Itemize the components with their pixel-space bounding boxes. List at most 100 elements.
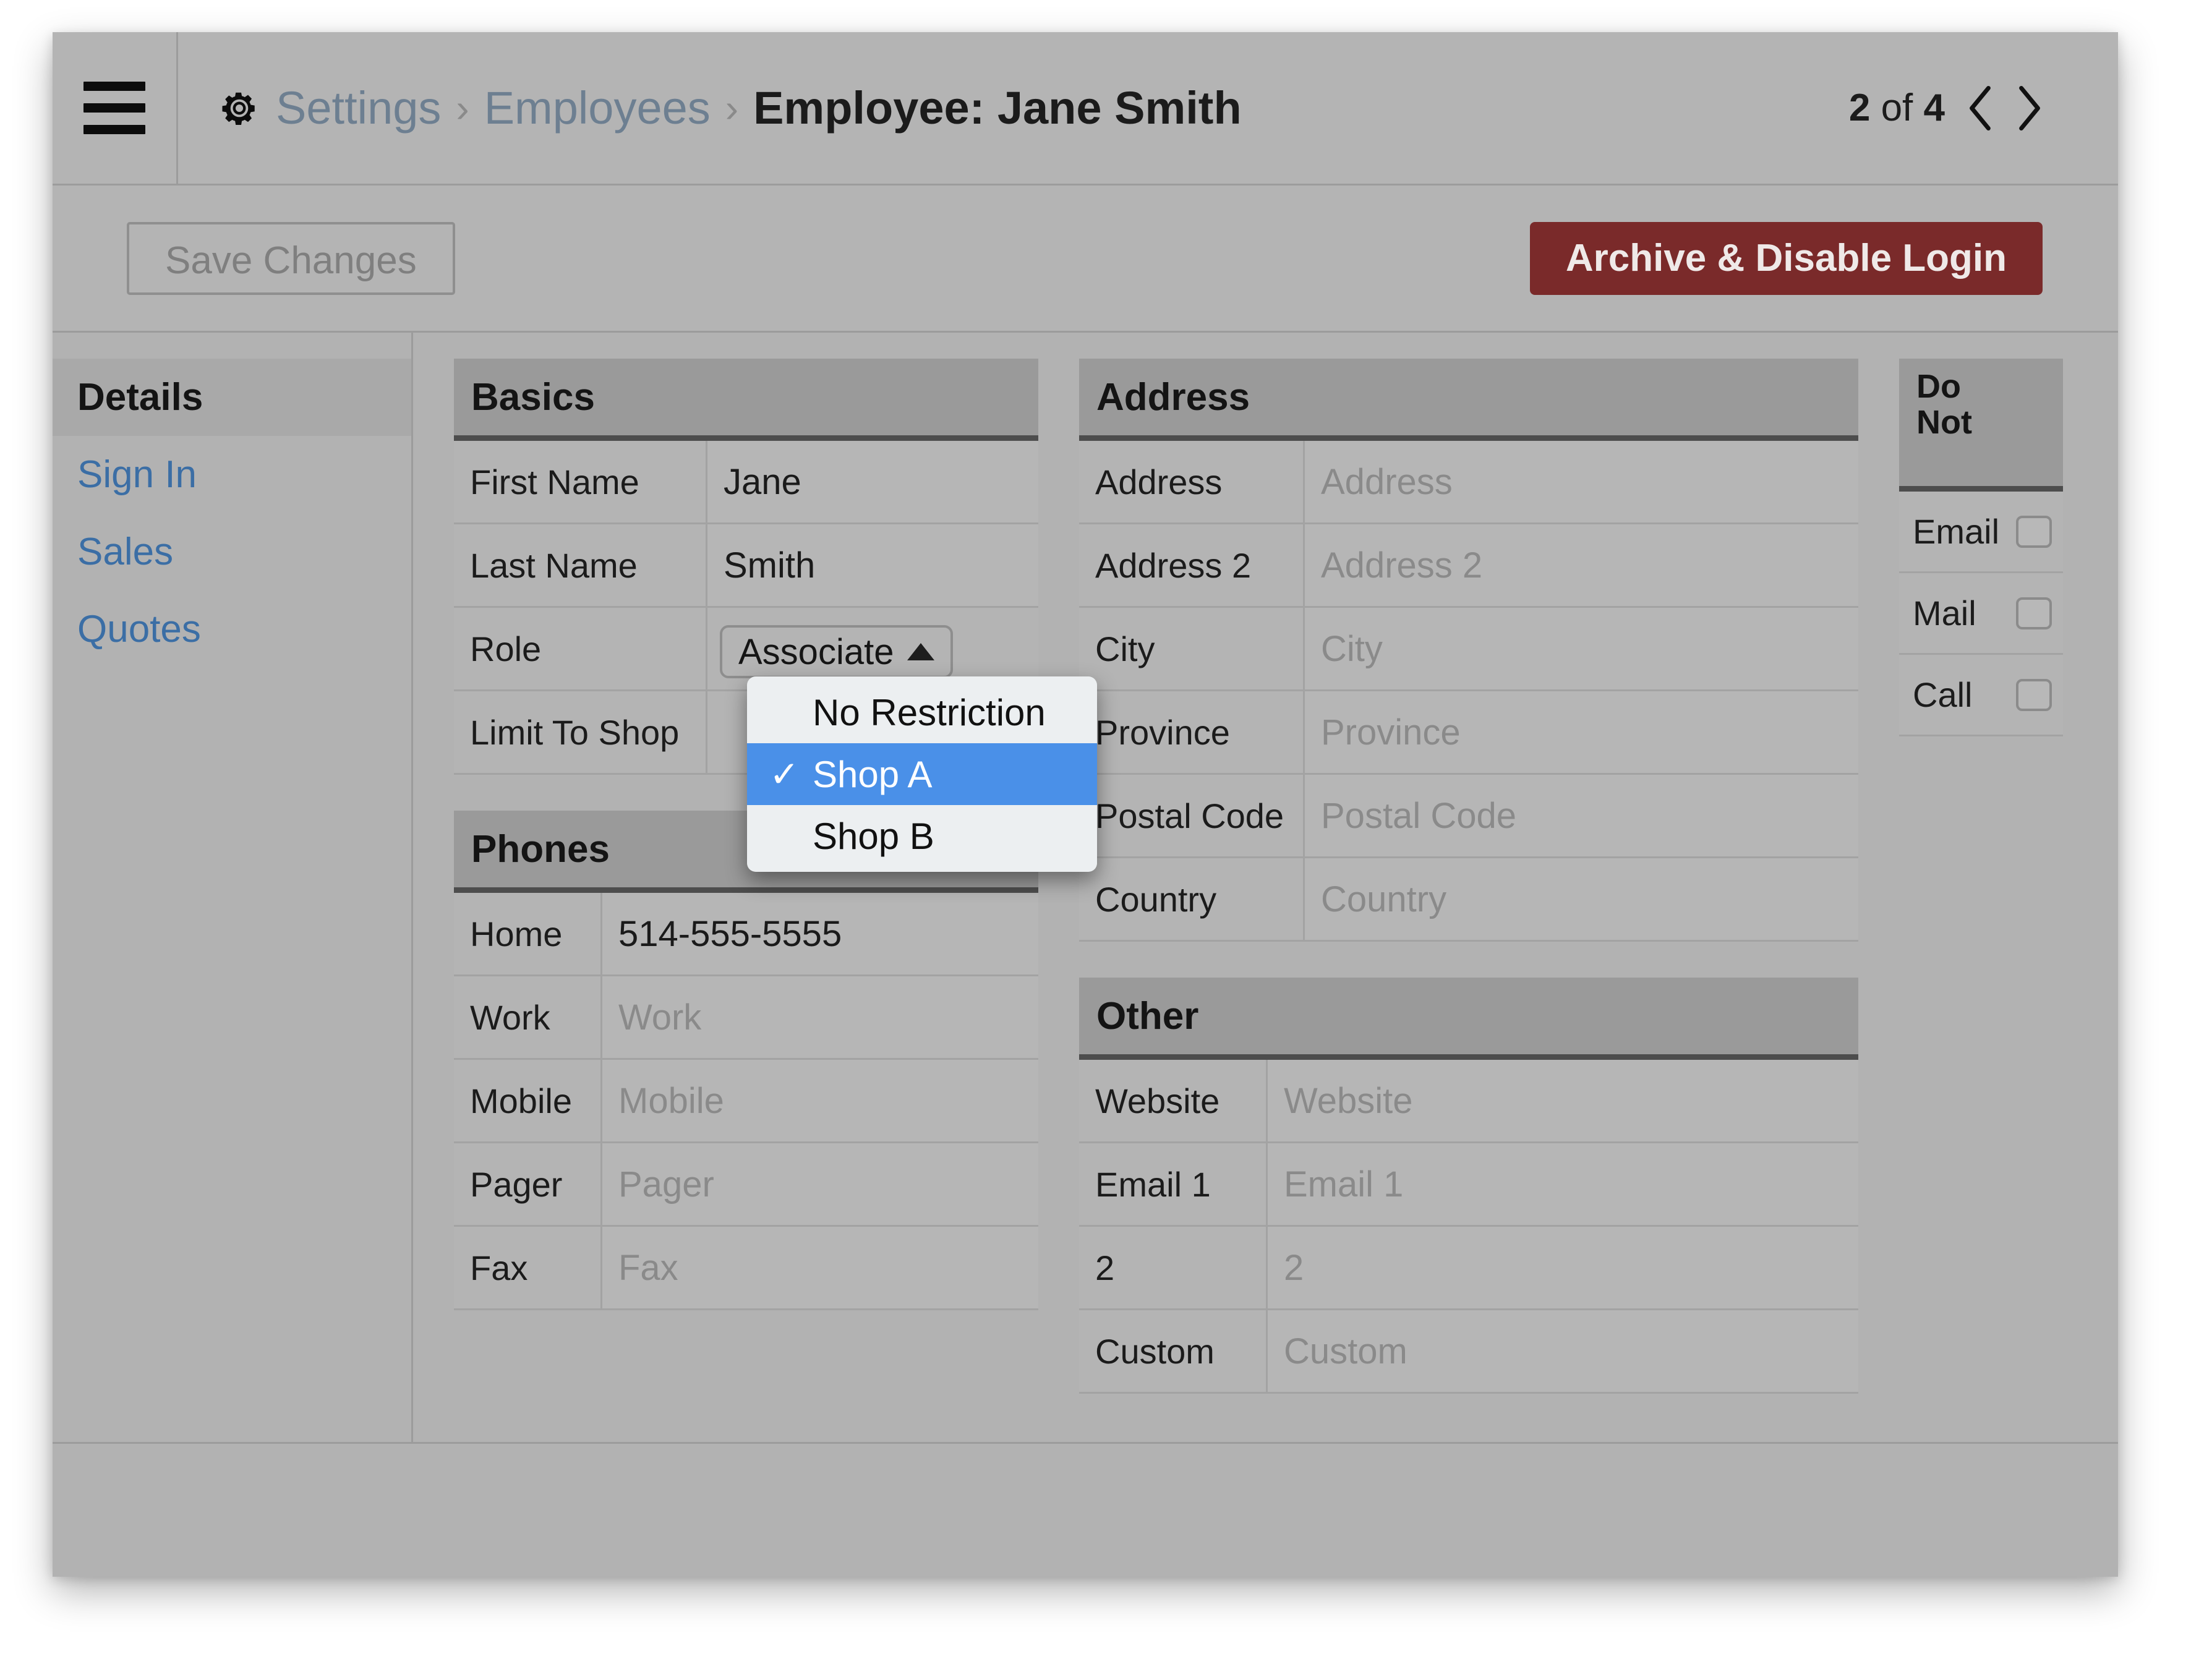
- field-label-fax: Fax: [454, 1227, 602, 1308]
- action-bar: Save Changes Archive & Disable Login: [53, 184, 2118, 333]
- breadcrumb-item-settings[interactable]: Settings: [276, 82, 441, 134]
- do-not-label-mail: Mail: [1913, 594, 1976, 633]
- breadcrumb-separator-1: ›: [456, 85, 469, 130]
- field-label-postal-code: Postal Code: [1079, 775, 1305, 856]
- field-value-last-name[interactable]: Smith: [707, 524, 1038, 606]
- do-not-checkbox-email[interactable]: [2016, 515, 2052, 548]
- panel-phones: Phones Home 514-555-5555 Work Work Mobil…: [454, 811, 1038, 1310]
- chevron-left-icon[interactable]: [1966, 84, 1994, 132]
- field-value-home[interactable]: 514-555-5555: [602, 893, 1038, 974]
- page-title: Employee: Jane Smith: [753, 82, 1242, 134]
- hamburger-bar-2: [83, 103, 145, 113]
- field-value-website[interactable]: Website: [1268, 1060, 1858, 1141]
- check-icon: ✓: [769, 754, 800, 795]
- field-value-address[interactable]: Address: [1305, 441, 1858, 522]
- field-row-last-name: Last Name Smith: [454, 524, 1038, 608]
- dropdown-option-shop-a[interactable]: ✓ Shop A: [747, 743, 1097, 805]
- do-not-checkbox-mail[interactable]: [2016, 597, 2052, 629]
- field-row-city: City City: [1079, 608, 1858, 691]
- field-value-province[interactable]: Province: [1305, 691, 1858, 773]
- hamburger-icon[interactable]: [53, 32, 176, 184]
- breadcrumb-item-employees[interactable]: Employees: [484, 82, 711, 134]
- panel-other-title: Other: [1096, 994, 1199, 1038]
- content-column-right: Do Not Email Mail Call: [1899, 359, 2063, 1446]
- panel-other: Other Website Website Email 1 Email 1 2 …: [1079, 978, 1858, 1394]
- content-area: Basics First Name Jane Last Name Smith R…: [413, 333, 2118, 1446]
- record-pager: 2 of 4: [1849, 84, 2118, 132]
- field-value-fax[interactable]: Fax: [602, 1227, 1038, 1308]
- title-bar: Settings › Employees › Employee: Jane Sm…: [53, 32, 2118, 184]
- field-label-website: Website: [1079, 1060, 1268, 1141]
- role-select-value: Associate: [738, 631, 894, 672]
- app-window: Settings › Employees › Employee: Jane Sm…: [53, 32, 2118, 1577]
- role-select-button[interactable]: Associate: [720, 625, 954, 678]
- dropdown-option-label-1: Shop A: [813, 753, 933, 795]
- field-value-address-2[interactable]: Address 2: [1305, 524, 1858, 606]
- field-label-email-2: 2: [1079, 1227, 1268, 1308]
- panel-address-header: Address: [1079, 359, 1858, 441]
- panel-address: Address Address Address Address 2 Addres…: [1079, 359, 1858, 942]
- field-row-website: Website Website: [1079, 1060, 1858, 1143]
- field-label-country: Country: [1079, 858, 1305, 940]
- field-value-pager[interactable]: Pager: [602, 1143, 1038, 1225]
- sidebar: Details Sign In Sales Quotes: [53, 333, 413, 1446]
- field-value-email-1[interactable]: Email 1: [1268, 1143, 1858, 1225]
- field-value-custom[interactable]: Custom: [1268, 1310, 1858, 1392]
- dropdown-option-shop-b[interactable]: Shop B: [747, 805, 1097, 867]
- archive-disable-login-button[interactable]: Archive & Disable Login: [1529, 221, 2043, 295]
- caret-up-icon: [907, 643, 935, 660]
- field-label-mobile: Mobile: [454, 1060, 602, 1141]
- field-value-work[interactable]: Work: [602, 976, 1038, 1058]
- field-label-last-name: Last Name: [454, 524, 707, 606]
- field-label-first-name: First Name: [454, 441, 707, 522]
- panel-phones-title: Phones: [471, 827, 610, 871]
- panel-basics-header: Basics: [454, 359, 1038, 441]
- content-column-middle: Address Address Address Address 2 Addres…: [1079, 359, 1858, 1446]
- dropdown-option-label-2: Shop B: [813, 815, 934, 857]
- field-value-email-2[interactable]: 2: [1268, 1227, 1858, 1308]
- field-value-city[interactable]: City: [1305, 608, 1858, 689]
- sidebar-item-sign-in[interactable]: Sign In: [53, 436, 411, 513]
- do-not-row-email: Email: [1899, 492, 2063, 573]
- sidebar-item-sales[interactable]: Sales: [53, 513, 411, 591]
- field-value-mobile[interactable]: Mobile: [602, 1060, 1038, 1141]
- field-row-postal-code: Postal Code Postal Code: [1079, 775, 1858, 858]
- pager-current: 2: [1848, 87, 1871, 129]
- sidebar-item-quotes[interactable]: Quotes: [53, 591, 411, 668]
- panel-do-not-header: Do Not: [1899, 359, 2063, 492]
- field-label-limit-to-shop: Limit To Shop: [454, 691, 707, 773]
- limit-to-shop-dropdown-menu: No Restriction ✓ Shop A Shop B: [747, 676, 1097, 872]
- field-row-work: Work Work: [454, 976, 1038, 1060]
- field-row-email-1: Email 1 Email 1: [1079, 1143, 1858, 1227]
- field-label-home: Home: [454, 893, 602, 974]
- do-not-row-call: Call: [1899, 655, 2063, 736]
- field-value-first-name[interactable]: Jane: [707, 441, 1038, 522]
- field-label-address: Address: [1079, 441, 1305, 522]
- field-row-country: Country Country: [1079, 858, 1858, 942]
- field-value-country[interactable]: Country: [1305, 858, 1858, 940]
- breadcrumb-separator-2: ›: [725, 85, 739, 130]
- field-label-role: Role: [454, 608, 707, 689]
- field-value-postal-code[interactable]: Postal Code: [1305, 775, 1858, 856]
- do-not-checkbox-call[interactable]: [2016, 678, 2052, 711]
- field-label-custom: Custom: [1079, 1310, 1268, 1392]
- field-row-address-2: Address 2 Address 2: [1079, 524, 1858, 608]
- field-row-mobile: Mobile Mobile: [454, 1060, 1038, 1143]
- field-label-work: Work: [454, 976, 602, 1058]
- gear-icon[interactable]: [219, 88, 260, 129]
- pager-total: 4: [1923, 87, 1945, 129]
- do-not-label-email: Email: [1913, 512, 2000, 551]
- sidebar-item-details[interactable]: Details: [53, 359, 411, 436]
- field-row-email-2: 2 2: [1079, 1227, 1858, 1310]
- save-changes-button[interactable]: Save Changes: [127, 221, 455, 295]
- pager-count: 2 of 4: [1849, 86, 1945, 130]
- field-label-city: City: [1079, 608, 1305, 689]
- field-row-custom: Custom Custom: [1079, 1310, 1858, 1394]
- field-row-home: Home 514-555-5555: [454, 893, 1038, 976]
- dropdown-option-no-restriction[interactable]: No Restriction: [747, 681, 1097, 743]
- field-label-pager: Pager: [454, 1143, 602, 1225]
- pager-of: of: [1870, 87, 1924, 129]
- field-row-fax: Fax Fax: [454, 1227, 1038, 1310]
- bottom-strip: [53, 1442, 2118, 1577]
- chevron-right-icon[interactable]: [2015, 84, 2044, 132]
